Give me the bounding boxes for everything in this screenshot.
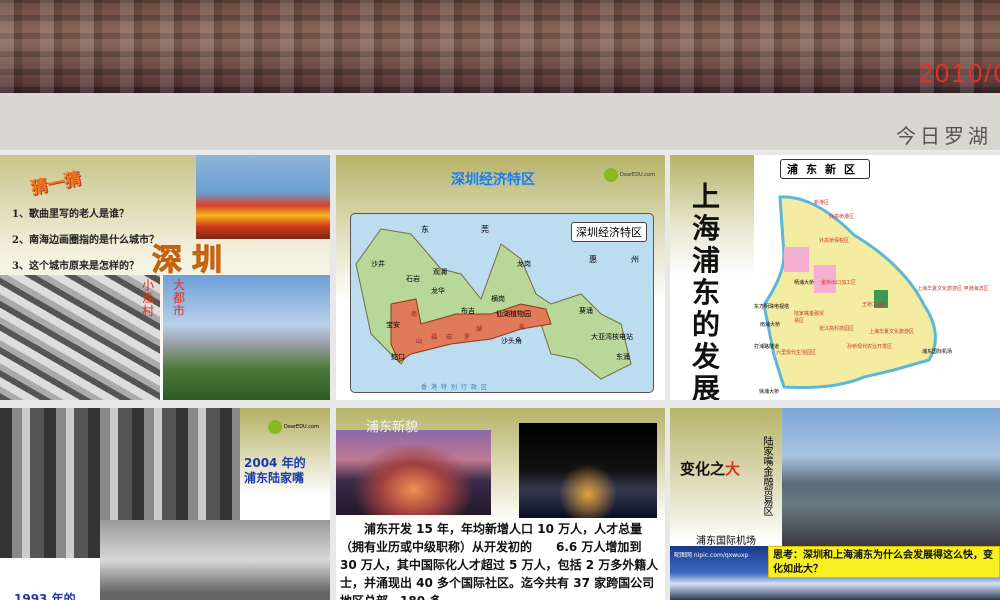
map-label: 外高桥港区 [829, 214, 855, 220]
map-label: 六里现代生活园区 [776, 350, 817, 356]
map-label: 香港特别行政区 [421, 384, 492, 391]
map-label: 东 [421, 225, 429, 234]
map-label: 惠 [589, 255, 597, 264]
question: 2、南海边画圈指的是什么城市？ [12, 235, 159, 246]
slide-title: 变化之大 [680, 458, 740, 479]
answer-text: 深圳 [152, 243, 232, 279]
label-old: 小渔村 [142, 278, 155, 318]
label-2004: 2004 年的 浦东陆家嘴 [244, 456, 306, 485]
slide-title: 深圳经济特区 [451, 172, 535, 188]
map-label: 蛇口 [391, 353, 405, 361]
map-label: 宝安 [386, 321, 400, 329]
map-label: 沙头角 [501, 337, 522, 345]
label-new: 大都市 [173, 278, 186, 318]
slide-pudong-development[interactable]: 上海浦东的发展 浦东新区 新港区 外高桥港区 外高桥保税区 杨浦大桥 金桥出口加… [670, 155, 1000, 400]
photo-caption: 今日罗湖 [896, 124, 992, 148]
title-prefix: 变化之 [680, 460, 726, 478]
label-1993: 1993 年的 [14, 592, 76, 600]
map-label: 横岗 [491, 295, 505, 303]
bund-night-photo [519, 423, 657, 518]
map-title: 深圳经济特区 [571, 222, 647, 242]
map-label: 金桥出口加工区 [821, 280, 857, 286]
map-label: 东方明珠电视塔 [754, 304, 790, 310]
map-label: 王桥工业区 [862, 302, 888, 308]
slide-lujiazui-comparison[interactable]: DearEDU.com 2004 年的 浦东陆家嘴 1993 年的 [0, 408, 330, 600]
billboard-photo [196, 155, 330, 239]
map-label: 龙华 [431, 287, 445, 295]
map-label: 浦东国际机场 [922, 349, 953, 355]
sez-map: 深圳经济特区 东 莞 惠 州 沙井 石岩 观澜 龙华 布吉 龙岗 横岗 仙湖植物… [350, 213, 654, 393]
map-label: 布吉 [461, 307, 475, 315]
title-highlight: 大 [725, 460, 741, 478]
map-label: 沙井 [371, 260, 385, 268]
map-label: 徐浦大桥 [759, 389, 780, 395]
map-label: 东涌 [616, 353, 630, 361]
logo-text: DearEDU.com [620, 172, 655, 178]
map-label: 湖 [476, 326, 483, 333]
date-stamp: 2010/0 [918, 58, 1000, 88]
modern-city-photo [163, 275, 330, 400]
map-label: 上海华夏文化旅游区 甲港海滨区 [917, 286, 989, 292]
question: 1、歌曲里写的老人是谁？ [12, 209, 129, 220]
map-label: 外高桥保税区 [819, 238, 850, 244]
question: 3、这个城市原来是怎样的？ [12, 261, 139, 272]
map-label: 龙岗 [517, 260, 531, 268]
map-label: 陆家嘴金融贸易区 [794, 311, 825, 324]
lujiazui-skyline-photo [782, 408, 1000, 546]
map-label: 杨浦大桥 [794, 280, 815, 286]
map-label: 新港区 [814, 200, 830, 206]
city-skyline-photo [0, 0, 1000, 93]
map-label: 葵涌 [579, 307, 593, 315]
top-photo: 2010/0 今日罗湖 [0, 0, 1000, 150]
discussion-question: 思考：深圳和上海浦东为什么会发展得这么快，变化如此大？ [768, 546, 1000, 578]
map-label: 州 [631, 255, 639, 264]
nanpu-bridge-photo [336, 430, 491, 515]
lujiazui-1993-photo [100, 520, 330, 600]
vertical-label: 陆家嘴金融贸易区 [761, 436, 772, 516]
airport-label: 浦东国际机场 [696, 536, 756, 547]
watermark: 昵图网 nipic.com/qxwuxp [674, 552, 749, 559]
map-label: 莞 [481, 225, 489, 234]
slide-title: 浦东新貌 [366, 420, 419, 435]
slide-pudong-new-look[interactable]: 浦东新貌 浦东开发 15 年，年均新增人口 10 万人，人才总量（拥有业历或中级… [336, 408, 665, 600]
slide-title: 上海浦东的发展 [692, 180, 721, 401]
pudong-map: 浦东新区 新港区 外高桥港区 外高桥保税区 杨浦大桥 金桥出口加工区 东方明珠电… [754, 155, 1000, 400]
map-label: 张江高科技园区 [819, 326, 855, 332]
map-label: 福 [431, 334, 438, 341]
map-label: 南 [411, 311, 418, 318]
slide-body: 浦东开发 15 年，年均新增人口 10 万人，人才总量（拥有业历或中级职称）从开… [340, 522, 659, 600]
map-label: 观澜 [433, 268, 447, 276]
map-label: 孙桥现代农业开发区 [847, 344, 893, 350]
slide-great-change[interactable]: 变化之大 陆家嘴金融贸易区 浦东国际机场 昵图网 nipic.com/qxwux… [670, 408, 1000, 600]
map-label: 上海华夏文化旅游区 [869, 329, 915, 335]
map-label: 仙湖植物园 [496, 310, 531, 318]
slide-shenzhen-sez[interactable]: 深圳经济特区 DearEDU.com 深圳经济特区 东 莞 惠 州 沙井 石岩 … [336, 155, 665, 400]
map-label: 石岩 [406, 275, 420, 283]
map-label: 大亚湾核电站 [591, 333, 633, 341]
map-label: 罗 [464, 334, 471, 341]
logo: DearEDU.com [268, 420, 319, 434]
map-label: 山 [416, 338, 423, 345]
slide-guess[interactable]: 猜一猜 1、歌曲里写的老人是谁？ 2、南海边画圈指的是什么城市？ 3、这个城市原… [0, 155, 330, 400]
old-village-photo [0, 275, 160, 400]
slide-title: 猜一猜 [28, 168, 84, 200]
map-label: 南浦大桥 [760, 322, 781, 328]
map-label: 盐 [519, 324, 526, 331]
logo: DearEDU.com [604, 168, 655, 182]
map-label: 田 [446, 334, 453, 341]
logo-text: DearEDU.com [284, 424, 319, 430]
